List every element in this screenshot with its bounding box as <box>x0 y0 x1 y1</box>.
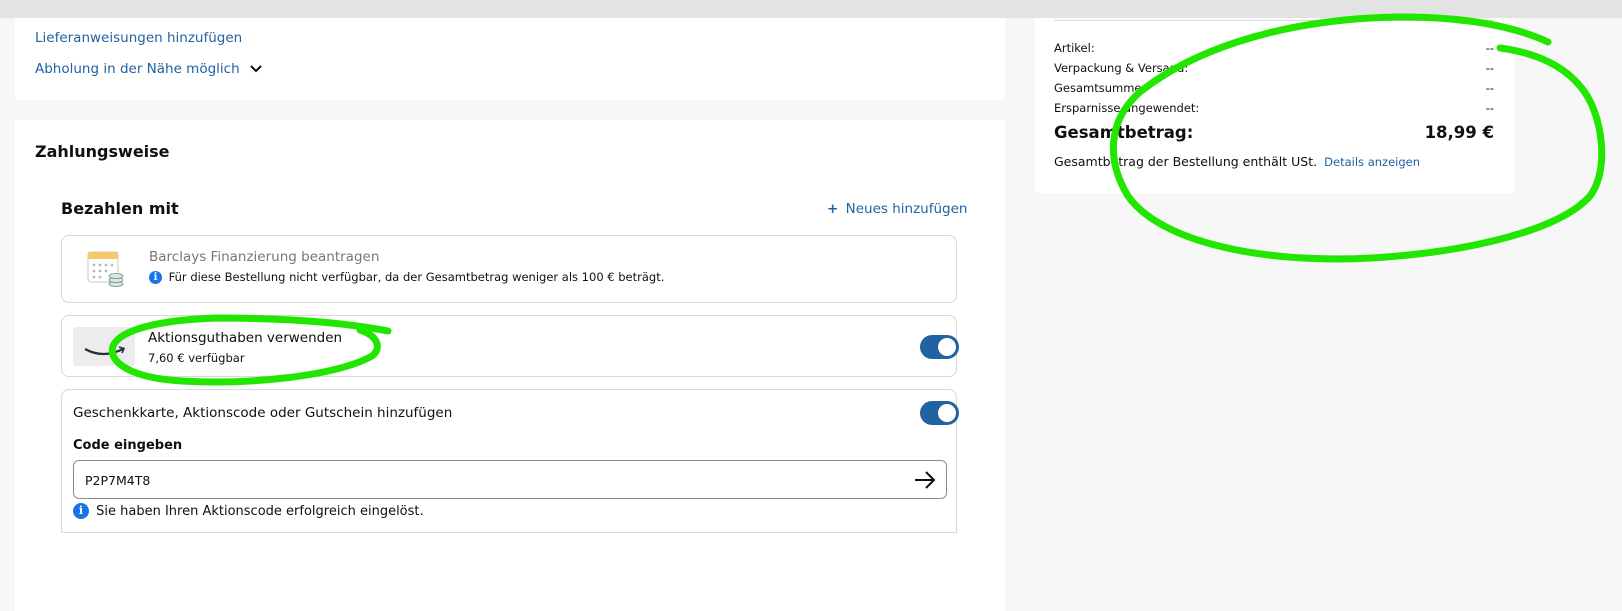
add-new-label: Neues hinzufügen <box>845 201 968 217</box>
vat-note-text: Gesamtbetrag der Bestellung enthält USt. <box>1054 154 1318 169</box>
browser-top-edge <box>0 0 1622 18</box>
summary-row-shipping: Verpackung & Versand: -- <box>1054 61 1494 77</box>
arrow-right-icon[interactable] <box>914 471 936 489</box>
summary-shipping-value: -- <box>1485 61 1494 75</box>
amazon-smile-logo <box>73 327 135 366</box>
gift-card-title: Geschenkkarte, Aktionscode oder Gutschei… <box>73 405 453 421</box>
pay-with-heading: Bezahlen mit <box>61 199 179 218</box>
promo-balance-toggle[interactable] <box>920 335 959 359</box>
order-total-value: 18,99 € <box>1424 123 1494 142</box>
gift-card-option: Geschenkkarte, Aktionscode oder Gutschei… <box>61 389 959 533</box>
summary-subtotal-value: -- <box>1485 81 1494 95</box>
add-new-payment-link[interactable]: + Neues hinzufügen <box>827 201 967 217</box>
payment-section-title: Zahlungsweise <box>35 142 170 161</box>
vat-note-line: Gesamtbetrag der Bestellung enthält USt.… <box>1054 151 1420 170</box>
summary-items-value: -- <box>1485 41 1494 55</box>
toggle-knob <box>938 404 956 422</box>
barclays-info-text: Für diese Bestellung nicht verfügbar, da… <box>168 270 665 284</box>
pickup-nearby-toggle[interactable]: Abholung in der Nähe möglich <box>35 61 262 77</box>
code-success-line: i Sie haben Ihren Aktionscode erfolgreic… <box>73 503 424 519</box>
payment-card: Zahlungsweise Bezahlen mit + Neues hinzu… <box>15 120 1005 611</box>
summary-items-label: Artikel: <box>1054 41 1095 55</box>
promo-balance-available: 7,60 € verfügbar <box>148 351 245 365</box>
code-input-box <box>73 460 947 499</box>
summary-savings-value: -- <box>1485 101 1494 115</box>
summary-row-subtotal: Gesamtsumme: -- <box>1054 81 1494 97</box>
gift-card-toggle[interactable] <box>920 401 959 425</box>
toggle-knob <box>938 338 956 356</box>
plus-icon: + <box>827 201 839 217</box>
info-icon: i <box>73 503 89 519</box>
barclays-option-title: Barclays Finanzierung beantragen <box>149 249 380 265</box>
info-icon: i <box>149 271 162 284</box>
barclays-info-line: i Für diese Bestellung nicht verfügbar, … <box>149 270 664 284</box>
code-input-label: Code eingeben <box>73 438 183 453</box>
pickup-nearby-label: Abholung in der Nähe möglich <box>35 61 240 77</box>
promo-code-input[interactable] <box>85 469 885 491</box>
calendar-financing-icon <box>86 248 126 288</box>
promo-balance-option: Aktionsguthaben verwenden 7,60 € verfügb… <box>61 315 959 377</box>
promo-balance-title: Aktionsguthaben verwenden <box>148 330 343 346</box>
amazon-smile-icon <box>84 346 126 356</box>
barclays-financing-option: Barclays Finanzierung beantragen i Für d… <box>61 235 957 303</box>
delivery-card: Lieferanweisungen hinzufügen Abholung in… <box>15 18 1005 100</box>
delivery-instructions-link[interactable]: Lieferanweisungen hinzufügen <box>35 30 242 46</box>
order-total-label: Gesamtbetrag: <box>1054 123 1194 142</box>
summary-divider <box>1054 20 1494 21</box>
summary-shipping-label: Verpackung & Versand: <box>1054 61 1189 75</box>
summary-savings-label: Ersparnisse angewendet: <box>1054 101 1200 115</box>
details-link[interactable]: Details anzeigen <box>1324 155 1420 169</box>
chevron-down-icon <box>250 65 262 73</box>
summary-row-items: Artikel: -- <box>1054 41 1494 57</box>
code-success-text: Sie haben Ihren Aktionscode erfolgreich … <box>96 503 424 519</box>
summary-subtotal-label: Gesamtsumme: <box>1054 81 1146 95</box>
summary-row-savings: Ersparnisse angewendet: -- <box>1054 101 1494 117</box>
